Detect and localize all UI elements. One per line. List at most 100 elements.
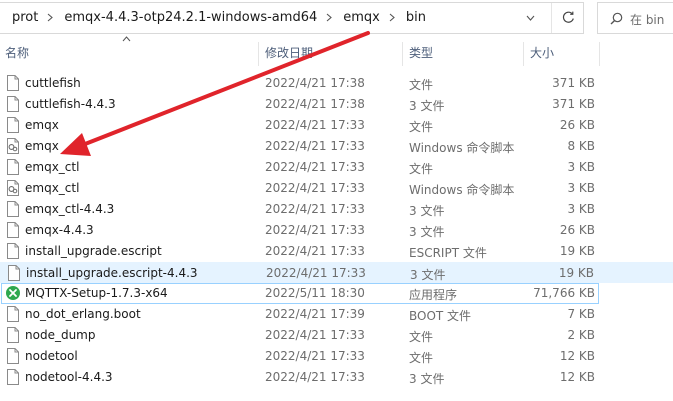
file-size: 371 KB [552,76,595,90]
file-size: 19 KB [559,244,595,258]
file-icon [6,306,20,322]
file-type: Windows 命令脚本 [409,141,515,155]
file-date: 2022/4/21 17:33 [265,223,365,237]
file-row[interactable]: emqx_ctl 2022/4/21 17:33 Windows 命令脚本 3 KB [0,178,673,199]
file-type: 3 文件 [409,225,445,239]
file-name: emqx [25,139,59,153]
file-size: 7 KB [567,307,595,321]
column-divider[interactable] [599,42,600,66]
file-name: emqx_ctl [25,181,80,195]
file-size: 8 KB [567,139,595,153]
file-row-hovered[interactable]: install_upgrade.escript-4.4.3 2022/4/21 1… [0,262,673,283]
file-row[interactable]: node_dump 2022/4/21 17:33 文件 2 KB [0,325,673,346]
file-row[interactable]: cuttlefish 2022/4/21 17:38 文件 371 KB [0,73,673,94]
file-size: 71,766 KB [533,286,595,300]
file-type: 文件 [409,330,434,344]
file-icon [6,201,20,217]
breadcrumb-item-bin[interactable]: bin [406,10,426,25]
column-header-type[interactable]: 类型 [409,40,433,66]
chevron-down-icon [526,15,535,21]
file-name: nodetool-4.4.3 [25,370,113,384]
file-date: 2022/4/21 17:39 [265,307,365,321]
file-list: cuttlefish 2022/4/21 17:38 文件 371 KB cuttle… [0,73,673,388]
file-row[interactable]: nodetool-4.4.3 2022/4/21 17:33 3 文件 12 KB [0,367,673,388]
file-date: 2022/4/21 17:33 [265,370,365,384]
mqttx-app-icon [6,285,20,301]
file-row[interactable]: emqx 2022/4/21 17:33 文件 26 KB [0,115,673,136]
refresh-button[interactable] [551,3,584,33]
file-type: 3 文件 [410,268,446,282]
column-header-row: 名称 修改日期 类型 大小 [0,40,673,66]
file-size: 12 KB [559,370,595,384]
file-name: nodetool [25,349,78,363]
breadcrumb-item-emqx[interactable]: emqx [343,10,380,25]
file-name: install_upgrade.escript-4.4.3 [26,266,198,280]
file-date: 2022/4/21 17:33 [265,118,365,132]
file-row-focused[interactable]: MQTTX-Setup-1.7.3-x64 2022/5/11 18:30 应用程序… [0,283,673,304]
file-date: 2022/4/21 17:33 [265,202,365,216]
file-icon [6,96,20,112]
file-size: 19 KB [558,266,594,280]
breadcrumb-item-emqx-package[interactable]: emqx-4.4.3-otp24.2.1-windows-amd64 [64,10,317,25]
file-size: 12 KB [559,349,595,363]
file-name: cuttlefish [25,76,81,90]
column-header-date[interactable]: 修改日期 [265,40,313,66]
file-name: emqx_ctl [25,160,80,174]
file-row[interactable]: emqx_ctl 2022/4/21 17:33 文件 3 KB [0,157,673,178]
file-name: emqx-4.4.3 [25,223,94,237]
address-bar[interactable]: prot emqx-4.4.3-otp24.2.1-windows-amd64 em… [0,2,584,34]
file-row[interactable]: emqx 2022/4/21 17:33 Windows 命令脚本 8 KB [0,136,673,157]
file-type: 文件 [409,162,434,176]
batch-script-icon [6,180,20,196]
breadcrumb-chevron-icon[interactable] [384,11,402,25]
file-date: 2022/4/21 17:33 [266,266,366,280]
file-type: 文件 [409,120,434,134]
column-divider[interactable] [523,42,524,66]
file-icon [6,369,20,385]
file-icon [6,159,20,175]
search-icon [610,12,623,25]
file-size: 3 KB [567,202,595,216]
file-date: 2022/4/21 17:33 [265,244,365,258]
file-row[interactable]: emqx-4.4.3 2022/4/21 17:33 3 文件 26 KB [0,220,673,241]
file-row[interactable]: no_dot_erlang.boot 2022/4/21 17:39 BOOT 文件… [0,304,673,325]
refresh-icon [562,11,574,23]
file-icon [6,117,20,133]
address-history-dropdown[interactable] [518,3,544,33]
file-date: 2022/4/21 17:33 [265,349,365,363]
file-name: emqx_ctl-4.4.3 [25,202,115,216]
file-type: Windows 命令脚本 [409,183,515,197]
file-type: BOOT 文件 [409,309,472,323]
file-icon [6,222,20,238]
file-name: emqx [25,118,59,132]
file-date: 2022/4/21 17:33 [265,181,365,195]
column-header-name[interactable]: 名称 [5,40,29,66]
file-icon [7,265,21,281]
file-icon [6,327,20,343]
column-divider[interactable] [258,42,259,66]
file-icon [6,348,20,364]
file-type: 3 文件 [409,99,445,113]
file-date: 2022/4/21 17:38 [265,97,365,111]
file-type: 应用程序 [409,288,458,302]
column-divider[interactable] [402,42,403,66]
file-type: 文件 [409,351,434,365]
file-type: 3 文件 [409,204,445,218]
breadcrumb-chevron-icon[interactable] [321,11,339,25]
file-name: node_dump [25,328,96,342]
file-row[interactable]: cuttlefish-4.4.3 2022/4/21 17:38 3 文件 371 K… [0,94,673,115]
column-header-size[interactable]: 大小 [530,40,554,66]
breadcrumb-item-prot[interactable]: prot [12,10,38,25]
file-row[interactable]: install_upgrade.escript 2022/4/21 17:33 ES… [0,241,673,262]
file-name: cuttlefish-4.4.3 [25,97,116,111]
file-icon [6,75,20,91]
search-input[interactable]: 在 bin [597,2,673,34]
file-date: 2022/4/21 17:33 [265,139,365,153]
file-row[interactable]: emqx_ctl-4.4.3 2022/4/21 17:33 3 文件 3 KB [0,199,673,220]
breadcrumb-chevron-icon[interactable] [42,11,60,25]
file-row[interactable]: nodetool 2022/4/21 17:33 文件 12 KB [0,346,673,367]
batch-script-icon [6,138,20,154]
file-type: 文件 [409,78,434,92]
file-type: 3 文件 [409,372,445,386]
file-name: MQTTX-Setup-1.7.3-x64 [25,286,168,300]
